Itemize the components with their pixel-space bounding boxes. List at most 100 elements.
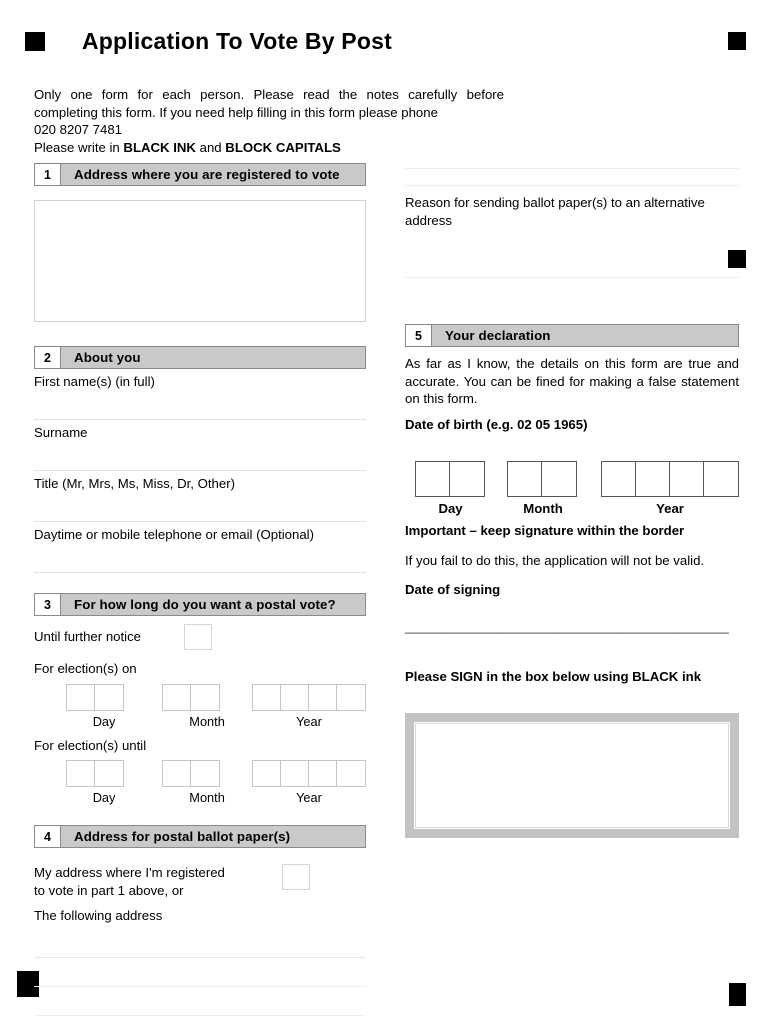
until-further-notice-label: Until further notice <box>34 629 142 645</box>
following-address-line-3[interactable] <box>34 987 366 1016</box>
my-address-checkbox[interactable] <box>282 864 310 890</box>
right-top-rule-1 <box>405 155 739 169</box>
dob-month-group: Month <box>486 461 579 516</box>
elections-until-month-input[interactable] <box>162 760 221 787</box>
section-3-title: For how long do you want a postal vote? <box>74 597 336 612</box>
elections-on-label: For election(s) on <box>34 661 137 676</box>
elections-on-month-group: Month <box>142 683 252 729</box>
date-cell[interactable] <box>704 462 738 496</box>
date-cell[interactable] <box>450 462 484 496</box>
elections-on-day-caption: Day <box>92 713 116 729</box>
elections-until-year-group: Year <box>252 760 366 805</box>
following-address-line-2[interactable] <box>34 958 366 987</box>
date-cell[interactable] <box>309 761 337 786</box>
date-cell[interactable] <box>163 761 192 786</box>
section-1-header: 1 Address where you are registered to vo… <box>34 163 366 186</box>
date-cell[interactable] <box>67 761 95 786</box>
date-cell[interactable] <box>636 462 670 496</box>
intro-black-ink-emphasis: BLACK INK <box>123 139 196 155</box>
intro-block: Only one form for each person. Please re… <box>34 86 504 156</box>
registration-marker-bottom-right-icon <box>729 983 746 1006</box>
date-cell[interactable] <box>309 684 337 710</box>
following-address-label: The following address <box>34 908 163 923</box>
surname-field[interactable]: Surname <box>34 420 366 471</box>
elections-until-day-input[interactable] <box>66 760 124 787</box>
date-cell[interactable] <box>542 462 577 496</box>
section-2-header: 2 About you <box>34 346 366 369</box>
my-address-label-line-2: to vote in part 1 above, or <box>34 882 184 898</box>
date-cell[interactable] <box>416 462 450 496</box>
declaration-text: As far as I know, the details on this fo… <box>405 356 739 406</box>
date-cell[interactable] <box>281 761 309 786</box>
elections-on-month-input[interactable] <box>162 683 221 711</box>
elections-until-year-input[interactable] <box>252 760 366 787</box>
date-of-birth-label: Date of birth (e.g. 02 05 1965) <box>405 416 588 432</box>
section-5-header: 5 Your declaration <box>405 324 739 347</box>
dob-day-group: Day <box>405 461 486 516</box>
date-cell[interactable] <box>163 684 192 710</box>
elections-until-month-caption: Month <box>189 790 225 805</box>
elections-on-day-input[interactable] <box>66 683 124 711</box>
dob-day-caption: Day <box>438 501 463 516</box>
dob-year-group: Year <box>579 461 739 516</box>
intro-instructions-text: Only one form for each person. Please re… <box>34 87 504 120</box>
section-3-number: 3 <box>35 594 61 615</box>
date-cell[interactable] <box>95 761 123 786</box>
date-of-signing-label: Date of signing <box>405 582 501 597</box>
contact-field[interactable]: Daytime or mobile telephone or email (Op… <box>34 522 366 573</box>
date-cell[interactable] <box>191 761 220 786</box>
elections-until-label: For election(s) until <box>34 737 147 753</box>
sign-instruction-label: Please SIGN in the box below using BLACK… <box>405 668 702 684</box>
elections-until-month-group: Month <box>142 760 252 805</box>
date-cell[interactable] <box>337 761 365 786</box>
first-name-field[interactable]: First name(s) (in full) <box>34 369 366 420</box>
elections-until-day-caption: Day <box>92 790 116 805</box>
elections-on-date-row: Day Month Year <box>34 683 366 729</box>
intro-block-capitals-emphasis: BLOCK CAPITALS <box>225 139 341 155</box>
registered-address-input[interactable] <box>34 200 366 322</box>
my-address-row: My address where I'm registered to vote … <box>34 864 366 899</box>
form-page: Application To Vote By Post Only one for… <box>0 0 770 1024</box>
date-cell[interactable] <box>95 684 123 710</box>
date-cell[interactable] <box>253 684 281 710</box>
dob-month-input[interactable] <box>507 461 578 497</box>
signature-input-inner[interactable] <box>415 723 729 828</box>
intro-phone-number: 020 8207 7481 <box>34 122 123 137</box>
right-top-rule-2 <box>405 169 739 186</box>
date-cell[interactable] <box>602 462 636 496</box>
elections-on-day-group: Day <box>34 683 142 729</box>
date-of-signing-input[interactable]: ________________________________________… <box>405 619 739 634</box>
section-2-number: 2 <box>35 347 61 368</box>
title-field[interactable]: Title (Mr, Mrs, Ms, Miss, Dr, Other) <box>34 471 366 522</box>
title-label: Title (Mr, Mrs, Ms, Miss, Dr, Other) <box>34 476 235 491</box>
dob-day-input[interactable] <box>415 461 485 497</box>
following-address-line-1[interactable] <box>34 929 366 958</box>
signature-input[interactable] <box>405 713 739 838</box>
dob-month-caption: Month <box>523 501 563 516</box>
date-cell[interactable] <box>281 684 309 710</box>
date-cell[interactable] <box>67 684 95 710</box>
elections-until-year-caption: Year <box>296 790 322 805</box>
intro-ink-middle: and <box>195 139 226 155</box>
my-address-label-line-1: My address where I'm registered <box>34 865 225 880</box>
elections-on-year-input[interactable] <box>252 683 366 711</box>
reason-input-line[interactable] <box>405 263 739 278</box>
elections-on-year-caption: Year <box>296 713 322 729</box>
section-4-title: Address for postal ballot paper(s) <box>74 829 291 844</box>
date-cell[interactable] <box>191 684 220 710</box>
page-title: Application To Vote By Post <box>82 28 392 54</box>
until-further-notice-checkbox[interactable] <box>184 624 212 650</box>
date-cell[interactable] <box>670 462 704 496</box>
section-1-number: 1 <box>35 164 61 185</box>
important-signature-note: If you fail to do this, the application … <box>405 552 705 568</box>
date-cell[interactable] <box>337 684 365 710</box>
date-cell[interactable] <box>508 462 543 496</box>
left-column: 1 Address where you are registered to vo… <box>34 163 366 1016</box>
reason-label: Reason for sending ballot paper(s) to an… <box>405 195 705 228</box>
section-5-title: Your declaration <box>445 328 551 343</box>
registration-marker-top-right-icon <box>728 32 746 50</box>
date-cell[interactable] <box>253 761 281 786</box>
until-further-notice-row: Until further notice <box>34 624 366 650</box>
dob-year-input[interactable] <box>601 461 739 497</box>
intro-ink-instruction: Please write in BLACK INK and BLOCK CAPI… <box>34 139 504 157</box>
